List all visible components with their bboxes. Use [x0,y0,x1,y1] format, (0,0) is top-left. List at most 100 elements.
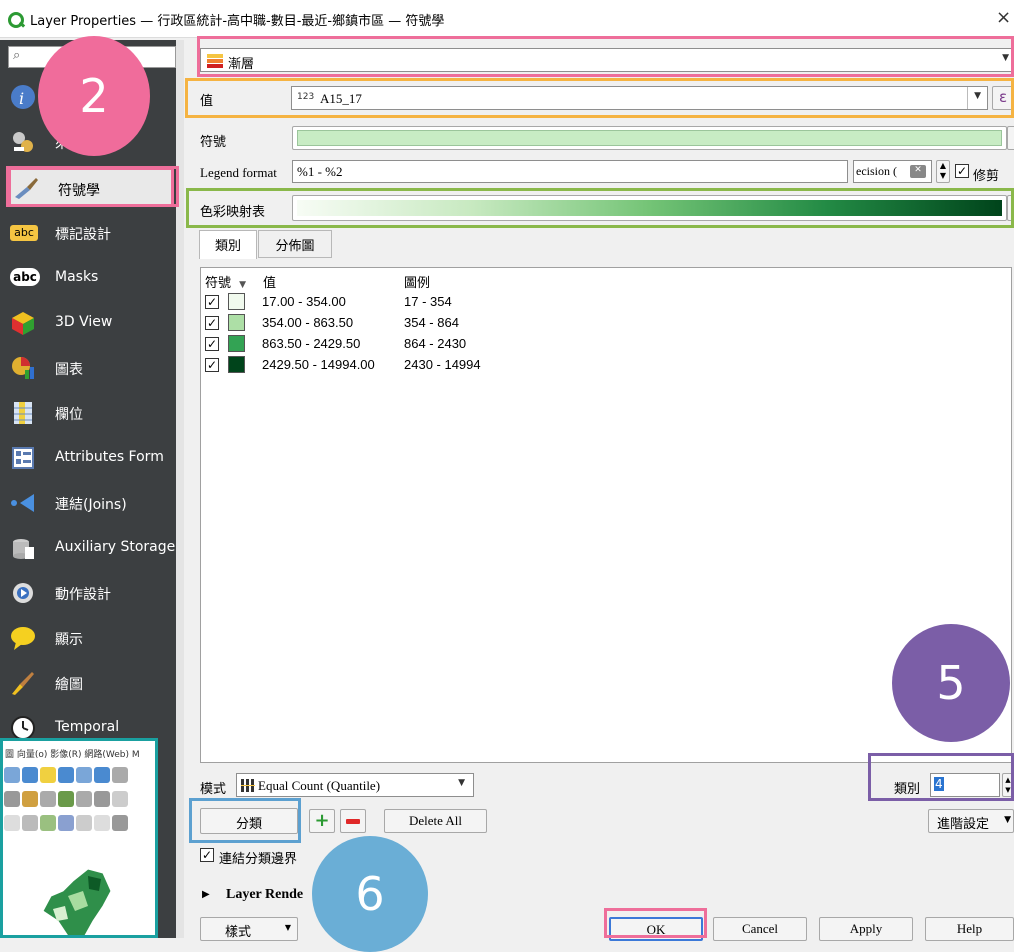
row-color-swatch[interactable] [228,356,245,373]
column-header-legend[interactable]: 圖例 [404,272,430,291]
sidebar-item-diagrams[interactable]: 圖表 [8,351,174,385]
row-legend: 2430 - 14994 [404,357,481,372]
mode-value: Equal Count (Quantile) [258,778,381,793]
close-button[interactable]: × [996,7,1011,28]
help-button[interactable]: Help [925,917,1014,941]
clip-checkbox[interactable]: ✓ [955,164,969,178]
sidebar-item-label: Attributes Form [55,449,164,465]
row-legend: 864 - 2430 [404,336,467,351]
sidebar-item-label: 圖表 [55,362,83,378]
sidebar-item-display[interactable]: 顯示 [8,621,174,655]
precision-text: ecision ( [856,164,897,178]
table-row[interactable]: ✓ 863.50 - 2429.50 864 - 2430 [205,334,505,354]
minus-icon [346,819,360,824]
qgis-preview-inset: 圖 向量(o) 影像(R) 網路(Web) M [0,738,158,938]
clip-label: 修剪 [973,169,1000,184]
sidebar-item-3d-view[interactable]: 3D View [8,306,174,340]
row-checkbox[interactable]: ✓ [205,295,219,309]
masks-abc-icon: abc [10,268,40,286]
row-checkbox[interactable]: ✓ [205,358,219,372]
apply-button[interactable]: Apply [819,917,913,941]
sidebar-item-fields[interactable]: 欄位 [8,396,174,430]
info-icon: i [11,85,35,109]
delete-all-button[interactable]: Delete All [384,809,487,833]
precision-stepper[interactable]: ▲ ▼ [936,160,950,183]
row-legend: 354 - 864 [404,315,459,330]
mode-label: 模式 [200,782,227,797]
sidebar-item-label: Masks [55,269,99,285]
table-row[interactable]: ✓ 17.00 - 354.00 17 - 354 [205,292,505,312]
expand-triangle-icon[interactable]: ▶ [202,889,210,900]
sidebar-item-joins[interactable]: 連結(Joins) [8,486,174,520]
step-2-marker: 2 [38,36,150,156]
sidebar-item-label: 欄位 [55,407,83,423]
diagram-icon [12,357,34,379]
row-value: 354.00 - 863.50 [262,315,354,330]
highlight-value-field [185,78,1014,118]
sidebar-item-label: 3D View [55,314,113,330]
sort-down-icon: ▼ [239,280,247,290]
sidebar-item-labels[interactable]: abc 標記設計 [8,216,174,250]
column-header-symbol[interactable]: 符號 ▼ [205,272,246,291]
table-row[interactable]: ✓ 2429.50 - 14994.00 2430 - 14994 [205,355,505,375]
sidebar-item-attributes-form[interactable]: Attributes Form [8,441,174,475]
sidebar-item-masks[interactable]: abc Masks [8,261,174,295]
sidebar-item-label: Auxiliary Storage [55,539,176,555]
chevron-down-icon: ▼ [458,778,465,788]
symbol-label: 符號 [200,135,227,150]
link-class-boundaries-checkbox[interactable]: ✓ [200,848,214,862]
add-class-button[interactable]: + [309,809,335,833]
row-checkbox[interactable]: ✓ [205,337,219,351]
highlight-classes-count [868,753,1014,801]
highlight-symbology-tab [6,166,179,207]
source-icon [13,132,33,152]
layer-rendering-section[interactable]: Layer Rende [226,887,303,903]
row-color-swatch[interactable] [228,293,245,310]
step-5-marker: 5 [892,624,1010,742]
style-menu-button[interactable]: 樣式 ▼ [200,917,298,941]
symbol-button[interactable] [292,126,1007,150]
tab-classes[interactable]: 類別 [199,230,257,259]
advanced-button[interactable]: 進階設定 ▼ [928,809,1014,833]
highlight-classify-button [189,798,301,843]
row-checkbox[interactable]: ✓ [205,316,219,330]
actions-gear-icon [13,583,33,603]
symbol-color-preview [297,130,1002,146]
sidebar-item-label: 動作設計 [55,587,111,603]
legend-format-input[interactable]: %1 - %2 [292,160,848,183]
sidebar-item-label: 顯示 [55,632,83,648]
row-color-swatch[interactable] [228,335,245,352]
title-bar: Layer Properties — 行政區統計-高中職-數目-最近-鄉鎮市區 … [0,0,1014,38]
advanced-button-label: 進階設定 [937,817,990,832]
row-legend: 17 - 354 [404,294,452,309]
remove-class-button[interactable] [340,809,366,833]
labels-abc-icon: abc [10,225,38,241]
search-icon: ⌕ [13,48,21,63]
column-header-value[interactable]: 值 [263,272,276,291]
symbology-panel: 漸層 ▼ 值 123 A15_17 ▼ ε 符號 Legend format %… [176,40,1014,941]
preview-map-thumbnail [42,868,112,935]
preview-toolbar [3,789,155,809]
row-color-swatch[interactable] [228,314,245,331]
table-row[interactable]: ✓ 354.00 - 863.50 354 - 864 [205,313,505,333]
sidebar-item-label: 標記設計 [55,227,111,243]
window-title: Layer Properties — 行政區統計-高中職-數目-最近-鄉鎮市區 … [30,14,445,29]
link-class-boundaries-label: 連結分類邊界 [219,852,298,867]
highlight-color-ramp [186,188,1014,228]
auxiliary-storage-icon [13,539,34,559]
preview-toolbar [3,813,155,833]
mode-select[interactable]: Equal Count (Quantile) ▼ [236,773,474,797]
tab-histogram[interactable]: 分佈圖 [258,230,332,258]
symbol-dropdown-button[interactable] [1007,126,1014,150]
svg-text:i: i [19,89,24,108]
clear-icon[interactable]: ✕ [910,165,926,178]
cancel-button[interactable]: Cancel [713,917,807,941]
display-speech-icon [11,627,35,650]
rendering-brush-icon [12,672,34,695]
row-value: 2429.50 - 14994.00 [262,357,375,372]
sidebar-item-rendering[interactable]: 繪圖 [8,666,174,700]
chevron-down-icon: ▼ [284,923,291,932]
sidebar-item-actions[interactable]: 動作設計 [8,576,174,610]
sidebar-item-auxiliary-storage[interactable]: Auxiliary Storage [8,531,176,565]
precision-spinbox[interactable]: ecision ( ✕ [853,160,932,183]
